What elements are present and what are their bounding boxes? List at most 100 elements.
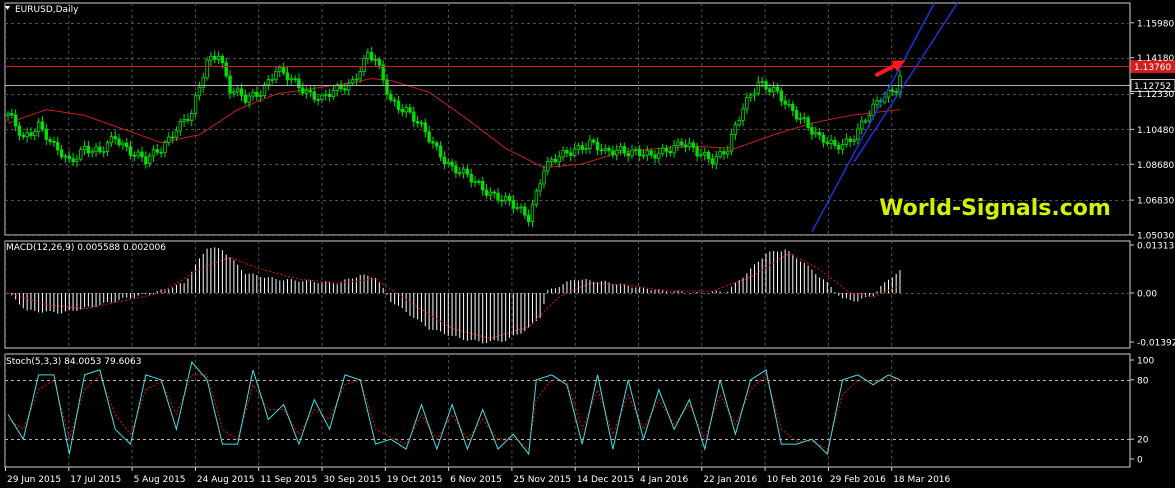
candle-body xyxy=(450,161,454,167)
candle-body xyxy=(400,108,405,113)
candle-body xyxy=(515,207,519,210)
candle-body xyxy=(863,120,868,123)
x-tick-label: 4 Jan 2016 xyxy=(640,475,688,485)
candle-body xyxy=(105,142,110,152)
candle-body xyxy=(745,97,749,110)
candle-body xyxy=(389,93,393,101)
candle-body xyxy=(243,95,248,103)
candle-body xyxy=(392,99,397,102)
candle-body xyxy=(151,149,156,157)
candle-body xyxy=(6,113,10,116)
candle-body xyxy=(369,52,374,61)
candle-body xyxy=(274,70,278,80)
candle-body xyxy=(232,91,236,94)
candle-body xyxy=(488,191,493,196)
candle-body xyxy=(320,94,324,100)
candle-body xyxy=(362,57,366,72)
candle-body xyxy=(825,141,829,144)
candle-body xyxy=(239,88,244,96)
candle-body xyxy=(251,91,255,97)
candle-body xyxy=(121,142,125,146)
candle-body xyxy=(193,95,198,114)
candle-body xyxy=(860,120,864,130)
candle-body xyxy=(33,131,37,137)
x-tick-label: 5 Aug 2015 xyxy=(134,475,186,485)
candle-body xyxy=(94,146,98,152)
candle-body xyxy=(649,150,653,156)
candle-body xyxy=(144,156,148,165)
candle-body xyxy=(182,118,186,122)
candle-body xyxy=(645,150,650,156)
candle-body xyxy=(419,122,424,125)
candle-body xyxy=(170,136,175,139)
candle-body xyxy=(304,89,309,94)
candle-body xyxy=(580,145,584,150)
candle-body xyxy=(856,128,860,141)
candle-body xyxy=(13,114,18,127)
candle-body xyxy=(622,146,627,154)
candle-body xyxy=(676,141,680,147)
candle-body xyxy=(385,79,389,95)
candle-body xyxy=(492,191,496,194)
candle-body xyxy=(415,121,420,124)
candle-body xyxy=(224,62,228,77)
candle-body xyxy=(496,192,500,201)
candle-body xyxy=(588,139,592,149)
candle-body xyxy=(546,161,550,172)
candle-body xyxy=(354,78,359,81)
candle-body xyxy=(733,124,738,135)
candle-body xyxy=(718,151,722,158)
candle-body xyxy=(98,146,102,153)
y-tick-label: 20 xyxy=(1137,436,1149,446)
x-tick-label: 25 Nov 2015 xyxy=(513,475,571,485)
candle-body xyxy=(308,89,313,93)
candle-body xyxy=(626,152,630,157)
candle-body xyxy=(71,158,75,163)
candle-body xyxy=(549,158,554,162)
y-tick-label: 1.15980 xyxy=(1137,19,1174,29)
candle-body xyxy=(599,149,604,152)
candle-body xyxy=(511,200,516,209)
candle-body xyxy=(507,196,512,201)
candle-body xyxy=(63,155,68,158)
candle-body xyxy=(469,173,473,183)
candle-body xyxy=(526,214,531,223)
candle-body xyxy=(347,82,351,91)
y-tick-label: 1.06830 xyxy=(1137,197,1174,207)
candle-body xyxy=(503,196,508,202)
candle-body xyxy=(875,100,879,105)
candle-body xyxy=(814,131,818,135)
macd-title: MACD(12,26,9) 0.005588 0.002006 xyxy=(6,243,166,253)
candle-body xyxy=(584,148,588,150)
candle-body xyxy=(829,139,833,144)
candle-body xyxy=(618,146,623,151)
candle-body xyxy=(163,142,167,153)
trading-chart[interactable]: 1.137601.12752 1.159801.141801.123301.10… xyxy=(0,0,1175,488)
x-tick-label: 30 Sep 2015 xyxy=(324,475,381,485)
candle-body xyxy=(538,183,542,192)
y-tick-label: 1.12330 xyxy=(1137,90,1174,100)
y-tick-label: -0.013928 xyxy=(1137,339,1175,349)
candle-body xyxy=(109,136,114,144)
candle-body xyxy=(396,100,401,110)
candle-body xyxy=(21,134,26,138)
x-tick-label: 18 Mar 2016 xyxy=(893,475,950,485)
candle-body xyxy=(461,168,466,174)
candle-body xyxy=(760,81,764,83)
candle-body xyxy=(377,59,382,66)
candle-body xyxy=(534,190,539,206)
candle-body xyxy=(140,151,144,158)
candle-body xyxy=(102,150,106,153)
candle-body xyxy=(408,107,412,113)
watermark: World-Signals.com xyxy=(879,196,1111,221)
candle-body xyxy=(293,78,297,81)
candle-body xyxy=(289,78,293,81)
candle-body xyxy=(802,117,806,120)
x-tick-label: 6 Nov 2015 xyxy=(450,475,502,485)
candle-body xyxy=(848,138,852,142)
candle-body xyxy=(316,99,320,101)
x-tick-label: 22 Jan 2016 xyxy=(703,475,757,485)
candle-body xyxy=(124,142,129,148)
candle-body xyxy=(331,90,336,97)
candle-body xyxy=(423,122,427,133)
